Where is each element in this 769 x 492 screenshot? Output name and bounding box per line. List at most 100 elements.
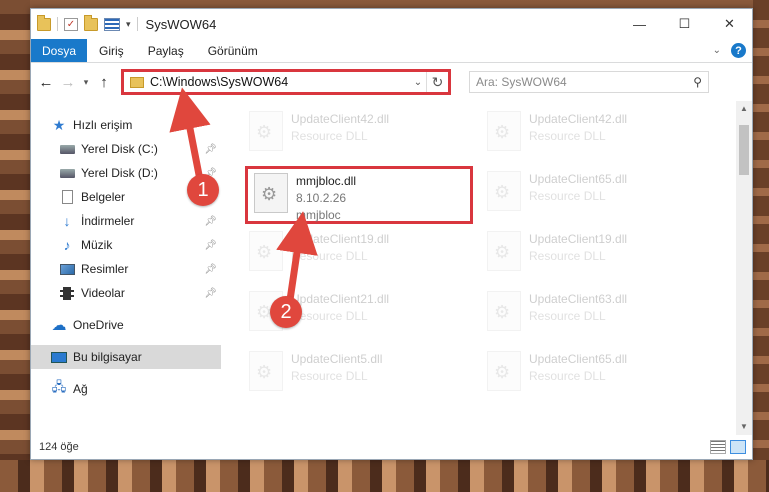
- file-description: Resource DLL: [529, 129, 606, 143]
- main-content: ★ Hızlı erişim Yerel Disk (C:) 📌︎ Yerel …: [31, 101, 752, 435]
- tiles-view-icon[interactable]: [730, 440, 746, 454]
- music-icon: ♪: [63, 237, 71, 253]
- recent-locations-chevron-icon[interactable]: ▾: [79, 77, 93, 88]
- pin-icon: 📌︎: [204, 287, 217, 299]
- tab-home[interactable]: Giriş: [87, 39, 136, 62]
- file-description: mmjbloc: [296, 208, 341, 222]
- ribbon-tabs: Dosya Giriş Paylaş Görünüm ⌄ ?: [31, 39, 752, 63]
- file-list: UpdateClient42.dll Resource DLL mmjbloc.…: [221, 101, 752, 435]
- list-item[interactable]: UpdateClient65.dll Resource DLL: [487, 351, 707, 401]
- file-description: Resource DLL: [291, 369, 368, 383]
- sidebar-item-label: Müzik: [81, 238, 113, 252]
- search-input[interactable]: Ara: SysWOW64 ⚲: [469, 71, 709, 93]
- tab-share[interactable]: Paylaş: [136, 39, 196, 62]
- close-button[interactable]: ✕: [707, 9, 752, 39]
- step-badge-1: 1: [187, 174, 219, 206]
- download-icon: ↓: [63, 213, 71, 229]
- tab-view[interactable]: Görünüm: [196, 39, 270, 62]
- list-item[interactable]: UpdateClient65.dll Resource DLL: [487, 171, 707, 221]
- sidebar-item-label: Bu bilgisayar: [73, 350, 142, 364]
- sidebar-item-label: Yerel Disk (C:): [81, 142, 158, 156]
- video-icon: [59, 286, 75, 300]
- properties-list-icon[interactable]: [104, 17, 120, 31]
- scrollbar-thumb[interactable]: [739, 125, 749, 175]
- picture-icon: [59, 262, 75, 276]
- address-dropdown-chevron-icon[interactable]: ⌄: [410, 77, 426, 88]
- address-path[interactable]: C:\Windows\SysWOW64: [150, 75, 410, 89]
- sidebar-item-downloads[interactable]: ↓ İndirmeler 📌︎: [31, 209, 221, 233]
- new-folder-icon[interactable]: [84, 14, 98, 31]
- up-arrow-icon[interactable]: ↑: [93, 74, 115, 91]
- quick-access-toolbar: ✓ ▾: [31, 14, 138, 31]
- sidebar-item-label: Belgeler: [81, 190, 126, 204]
- desktop-background-left: [0, 0, 30, 492]
- pin-icon: 📌︎: [204, 239, 217, 251]
- sidebar-item-pictures[interactable]: Resimler 📌︎: [31, 257, 221, 281]
- list-item[interactable]: UpdateClient5.dll Resource DLL: [249, 351, 469, 401]
- file-name: UpdateClient21.dll: [291, 292, 390, 306]
- file-version: 8.10.2.26: [296, 191, 347, 205]
- back-arrow-icon[interactable]: ←: [35, 74, 57, 91]
- navigation-pane: ★ Hızlı erişim Yerel Disk (C:) 📌︎ Yerel …: [31, 101, 221, 435]
- minimize-button[interactable]: —: [617, 9, 662, 39]
- scroll-down-arrow-icon[interactable]: ▼: [736, 419, 752, 435]
- tab-file[interactable]: Dosya: [31, 39, 88, 62]
- window-controls: — ☐ ✕: [617, 9, 752, 39]
- pin-icon: 📌︎: [204, 215, 217, 227]
- list-item[interactable]: UpdateClient42.dll Resource DLL: [249, 111, 469, 161]
- sidebar-item-onedrive[interactable]: ☁ OneDrive: [31, 313, 221, 337]
- pin-icon: 📌︎: [204, 143, 217, 155]
- pin-icon: 📌︎: [204, 263, 217, 275]
- dll-file-icon: [487, 231, 521, 271]
- list-item[interactable]: UpdateClient42.dll Resource DLL: [487, 111, 707, 161]
- list-item-highlighted[interactable]: mmjbloc.dll 8.10.2.26 mmjbloc: [245, 166, 473, 224]
- file-description: Resource DLL: [529, 369, 606, 383]
- view-switcher: [710, 440, 752, 454]
- document-icon: [59, 190, 75, 204]
- file-name: UpdateClient63.dll: [529, 292, 628, 306]
- list-item[interactable]: UpdateClient63.dll Resource DLL: [487, 291, 707, 341]
- dll-file-icon: [487, 171, 521, 211]
- file-description: Resource DLL: [291, 129, 368, 143]
- file-name: UpdateClient5.dll: [291, 352, 383, 366]
- ribbon-right-controls: ⌄ ?: [713, 39, 752, 62]
- sidebar-item-label: Videolar: [81, 286, 125, 300]
- vertical-scrollbar[interactable]: ▲ ▼: [736, 101, 752, 435]
- details-view-icon[interactable]: [710, 440, 726, 454]
- sidebar-item-this-pc[interactable]: Bu bilgisayar: [31, 345, 221, 369]
- scroll-up-arrow-icon[interactable]: ▲: [736, 101, 752, 117]
- dll-file-icon: [487, 291, 521, 331]
- desktop-background-bottom: [0, 460, 769, 492]
- dll-file-icon: [487, 111, 521, 151]
- sidebar-item-network[interactable]: 🖧 Ağ: [31, 377, 221, 401]
- help-icon[interactable]: ?: [731, 43, 746, 58]
- maximize-button[interactable]: ☐: [662, 9, 707, 39]
- sidebar-item-label: Ağ: [73, 382, 88, 396]
- list-item[interactable]: UpdateClient19.dll Resource DLL: [249, 231, 469, 281]
- drive-icon: [59, 166, 75, 180]
- properties-check-icon[interactable]: ✓: [64, 17, 78, 31]
- file-description: Resource DLL: [529, 309, 606, 323]
- computer-icon: [51, 350, 67, 364]
- file-name: UpdateClient65.dll: [529, 352, 628, 366]
- item-count: 124 öğe: [39, 441, 79, 453]
- list-item[interactable]: UpdateClient19.dll Resource DLL: [487, 231, 707, 281]
- sidebar-item-videos[interactable]: Videolar 📌︎: [31, 281, 221, 305]
- sidebar-item-label: Resimler: [81, 262, 129, 276]
- folder-icon: [37, 14, 51, 31]
- file-name: UpdateClient19.dll: [529, 232, 628, 246]
- toolbar-separator: [136, 17, 138, 31]
- expand-ribbon-chevron-icon[interactable]: ⌄: [713, 45, 721, 56]
- refresh-icon[interactable]: ↻: [426, 72, 448, 92]
- title-bar: ✓ ▾ SysWOW64 — ☐ ✕: [31, 9, 752, 39]
- sidebar-item-local-disk-c[interactable]: Yerel Disk (C:) 📌︎: [31, 137, 221, 161]
- file-name: UpdateClient19.dll: [291, 232, 390, 246]
- sidebar-item-quick-access[interactable]: ★ Hızlı erişim: [31, 113, 221, 137]
- forward-arrow-icon[interactable]: →: [57, 74, 79, 91]
- customize-toolbar-chevron-icon[interactable]: ▾: [126, 19, 131, 30]
- address-bar[interactable]: C:\Windows\SysWOW64 ⌄ ↻: [121, 69, 451, 95]
- dll-file-icon: [249, 111, 283, 151]
- toolbar-separator: [57, 17, 58, 31]
- sidebar-item-label: Yerel Disk (D:): [81, 166, 158, 180]
- sidebar-item-music[interactable]: ♪ Müzik 📌︎: [31, 233, 221, 257]
